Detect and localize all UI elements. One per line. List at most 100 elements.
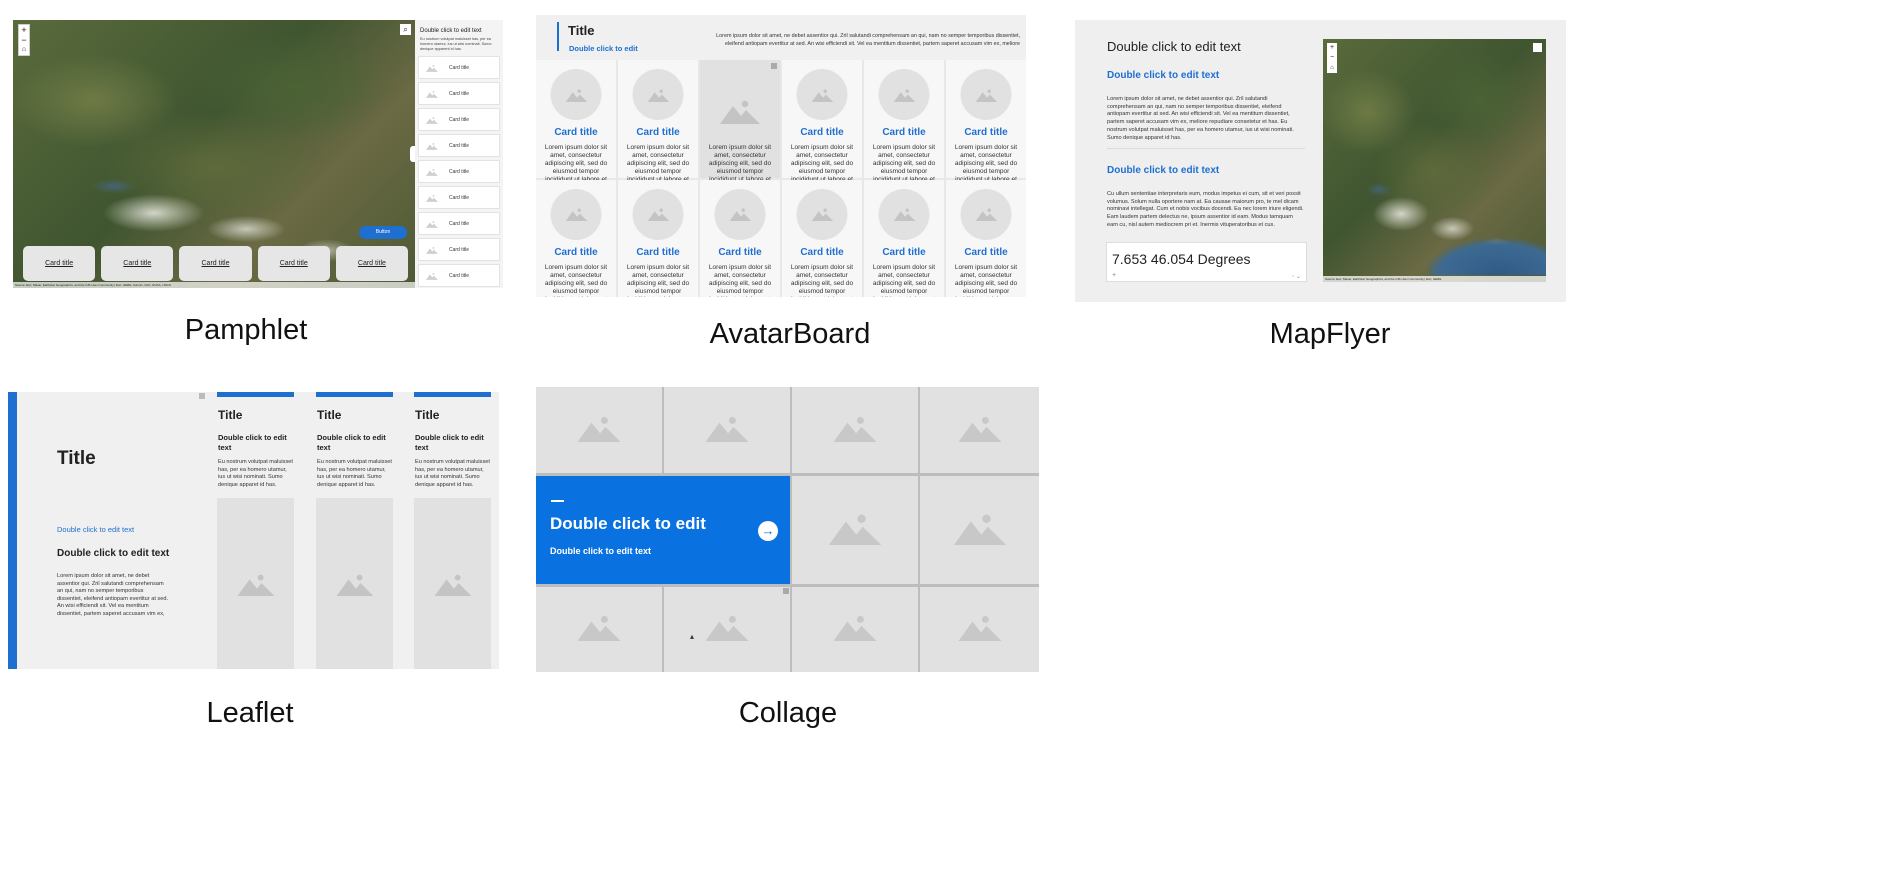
bottom-cards: Card title Card title Card title Card ti… xyxy=(23,246,409,281)
avatar-card[interactable]: Card title Lorem ipsum dolor sit amet, co… xyxy=(864,179,944,297)
chevron-down-icon[interactable]: ◦ ⌄ xyxy=(1292,273,1301,280)
leaflet-link[interactable]: Double click to edit text xyxy=(57,525,134,534)
avatar-circle xyxy=(878,188,930,240)
list-item[interactable]: Card title xyxy=(418,238,500,261)
zoom-in-button[interactable]: + xyxy=(19,25,29,35)
card-title[interactable]: Card title xyxy=(864,247,944,258)
card-title[interactable]: Card title xyxy=(864,127,944,138)
leaflet-column[interactable]: Title Double click to edit text Eu nostrum… xyxy=(217,392,294,669)
card-title[interactable]: Card title xyxy=(782,127,862,138)
collage-image-placeholder[interactable] xyxy=(920,387,1039,473)
image-icon xyxy=(705,414,749,447)
edit-handle-icon[interactable] xyxy=(771,63,777,69)
avatar-card[interactable]: Card title Lorem ipsum dolor sit amet, co… xyxy=(618,60,698,191)
caption-avatarboard: AvatarBoard xyxy=(709,318,871,350)
cursor-icon: ▴ xyxy=(690,632,695,641)
column-title: Title xyxy=(218,408,243,422)
card-title[interactable]: Card title xyxy=(618,247,698,258)
card-title[interactable]: Card title xyxy=(618,127,698,138)
edit-handle-icon[interactable] xyxy=(199,393,205,399)
list-item[interactable]: Card title xyxy=(418,134,500,157)
bottom-card[interactable]: Card title xyxy=(335,246,409,281)
avatar-card[interactable]: Card title Lorem ipsum dolor sit amet, co… xyxy=(946,60,1026,191)
collage-image-placeholder[interactable] xyxy=(792,587,918,672)
add-icon[interactable]: + xyxy=(1112,272,1116,279)
collage-feature[interactable]: Double click to edit Double click to edi… xyxy=(536,476,790,584)
avatar-card[interactable]: Card title Lorem ipsum dolor sit amet, co… xyxy=(946,179,1026,297)
expand-icon[interactable] xyxy=(1533,43,1542,52)
avatar-card[interactable]: Card title Lorem ipsum dolor sit amet, co… xyxy=(536,60,616,191)
avatar-card[interactable]: Card title Lorem ipsum dolor sit amet, co… xyxy=(864,60,944,191)
image-icon xyxy=(827,511,883,550)
collage-image-placeholder[interactable] xyxy=(920,587,1039,672)
list-item[interactable]: Card title xyxy=(418,212,500,235)
leaflet-template[interactable]: Title Double click to edit text Double c… xyxy=(8,392,499,669)
card-title[interactable]: Card title xyxy=(700,247,780,258)
zoom-in-button[interactable]: + xyxy=(1327,43,1337,53)
collage-image-placeholder[interactable] xyxy=(664,387,790,473)
flyer-link-2[interactable]: Double click to edit text xyxy=(1107,165,1219,176)
zoom-out-button[interactable]: − xyxy=(1327,53,1337,63)
flyer-map[interactable]: + − ⌂ Source: Esri, Maxar, Earthstar Geo… xyxy=(1323,39,1546,282)
column-image-placeholder xyxy=(316,498,393,669)
avatar-card[interactable]: Card title Lorem ipsum dolor sit amet, co… xyxy=(536,179,616,298)
image-icon xyxy=(833,613,877,646)
list-item[interactable]: Card title xyxy=(418,82,500,105)
collage-template[interactable]: ▴ Double click to edit Double click to e… xyxy=(536,387,1039,672)
search-icon[interactable]: ⌕ xyxy=(400,24,411,35)
image-placeholder-icon xyxy=(423,139,441,153)
list-item[interactable]: Card title xyxy=(418,160,500,183)
arrow-right-icon[interactable]: → xyxy=(758,521,778,541)
collage-image-placeholder[interactable] xyxy=(792,476,918,584)
card-title[interactable]: Card title xyxy=(946,127,1026,138)
list-item[interactable]: Card title xyxy=(418,108,500,131)
avatar-card[interactable]: Card title Lorem ipsum dolor sit amet, co… xyxy=(782,60,862,191)
pamphlet-action-button[interactable]: Button xyxy=(359,226,407,239)
collage-image-placeholder[interactable] xyxy=(920,476,1039,584)
card-title[interactable]: Card title xyxy=(782,247,862,258)
card-title[interactable]: Card title xyxy=(536,247,616,258)
zoom-controls: + − ⌂ xyxy=(18,24,30,56)
coordinate-widget[interactable]: 7.653 46.054 Degrees + ◦ ⌄ xyxy=(1106,242,1307,282)
pamphlet-template[interactable]: + − ⌂ ⌕ Button Card title Card title Car… xyxy=(13,20,503,288)
leaflet-accent-bar xyxy=(8,392,17,669)
card-title[interactable]: Card title xyxy=(946,247,1026,258)
mapflyer-template[interactable]: Double click to edit text Double click t… xyxy=(1075,20,1566,302)
list-item[interactable]: Card title xyxy=(418,186,500,209)
home-icon[interactable]: ⌂ xyxy=(19,45,29,55)
feature-dash xyxy=(551,500,564,502)
avatar-circle xyxy=(632,188,684,240)
collage-image-placeholder[interactable] xyxy=(536,387,662,473)
card-title[interactable]: Card title xyxy=(536,127,616,138)
edit-handle-icon[interactable] xyxy=(783,588,789,594)
flyer-link-1[interactable]: Double click to edit text xyxy=(1107,70,1219,81)
image-placeholder-icon xyxy=(423,61,441,75)
card-text: Lorem ipsum dolor sit amet, consectetur … xyxy=(708,263,772,298)
collage-image-placeholder[interactable] xyxy=(536,587,662,672)
bottom-card[interactable]: Card title xyxy=(179,246,252,281)
card-text: Lorem ipsum dolor sit amet, consectetur … xyxy=(544,263,608,298)
home-icon[interactable]: ⌂ xyxy=(1327,63,1337,73)
avatarboard-template[interactable]: Title Double click to edit Lorem ipsum d… xyxy=(536,15,1026,297)
list-item-label: Card title xyxy=(449,116,470,123)
collage-image-placeholder[interactable]: ▴ xyxy=(664,587,790,672)
avatar-card[interactable]: Card title Lorem ipsum dolor sit amet, co… xyxy=(782,179,862,298)
column-heading: Double click to edit text xyxy=(218,433,287,452)
list-item[interactable]: Card title xyxy=(418,56,500,79)
zoom-out-button[interactable]: − xyxy=(19,35,29,45)
avatar-grid: Card title Lorem ipsum dolor sit amet, co… xyxy=(536,60,1026,297)
column-heading: Double click to edit text xyxy=(415,433,484,452)
bottom-card[interactable]: Card title xyxy=(23,246,96,281)
collage-image-placeholder[interactable] xyxy=(792,387,918,473)
card-text: Lorem ipsum dolor sit amet, consectetur … xyxy=(790,263,854,298)
coordinate-readout: 7.653 46.054 Degrees xyxy=(1112,251,1251,267)
list-item[interactable]: Card title xyxy=(418,264,500,287)
bottom-card[interactable]: Card title xyxy=(257,246,330,281)
avatar-card[interactable]: Card title Lorem ipsum dolor sit amet, co… xyxy=(700,179,780,298)
leaflet-column[interactable]: Title Double click to edit text Eu nostrum… xyxy=(316,392,393,669)
avatar-card[interactable]: Lorem ipsum dolor sit amet, consectetur … xyxy=(700,60,780,191)
side-panel: Double click to edit text Eu nostrum vol… xyxy=(415,20,503,288)
leaflet-column[interactable]: Title Double click to edit text Eu nostrum… xyxy=(414,392,491,669)
avatar-card[interactable]: Card title Lorem ipsum dolor sit amet, co… xyxy=(618,179,698,297)
bottom-card[interactable]: Card title xyxy=(101,246,174,281)
